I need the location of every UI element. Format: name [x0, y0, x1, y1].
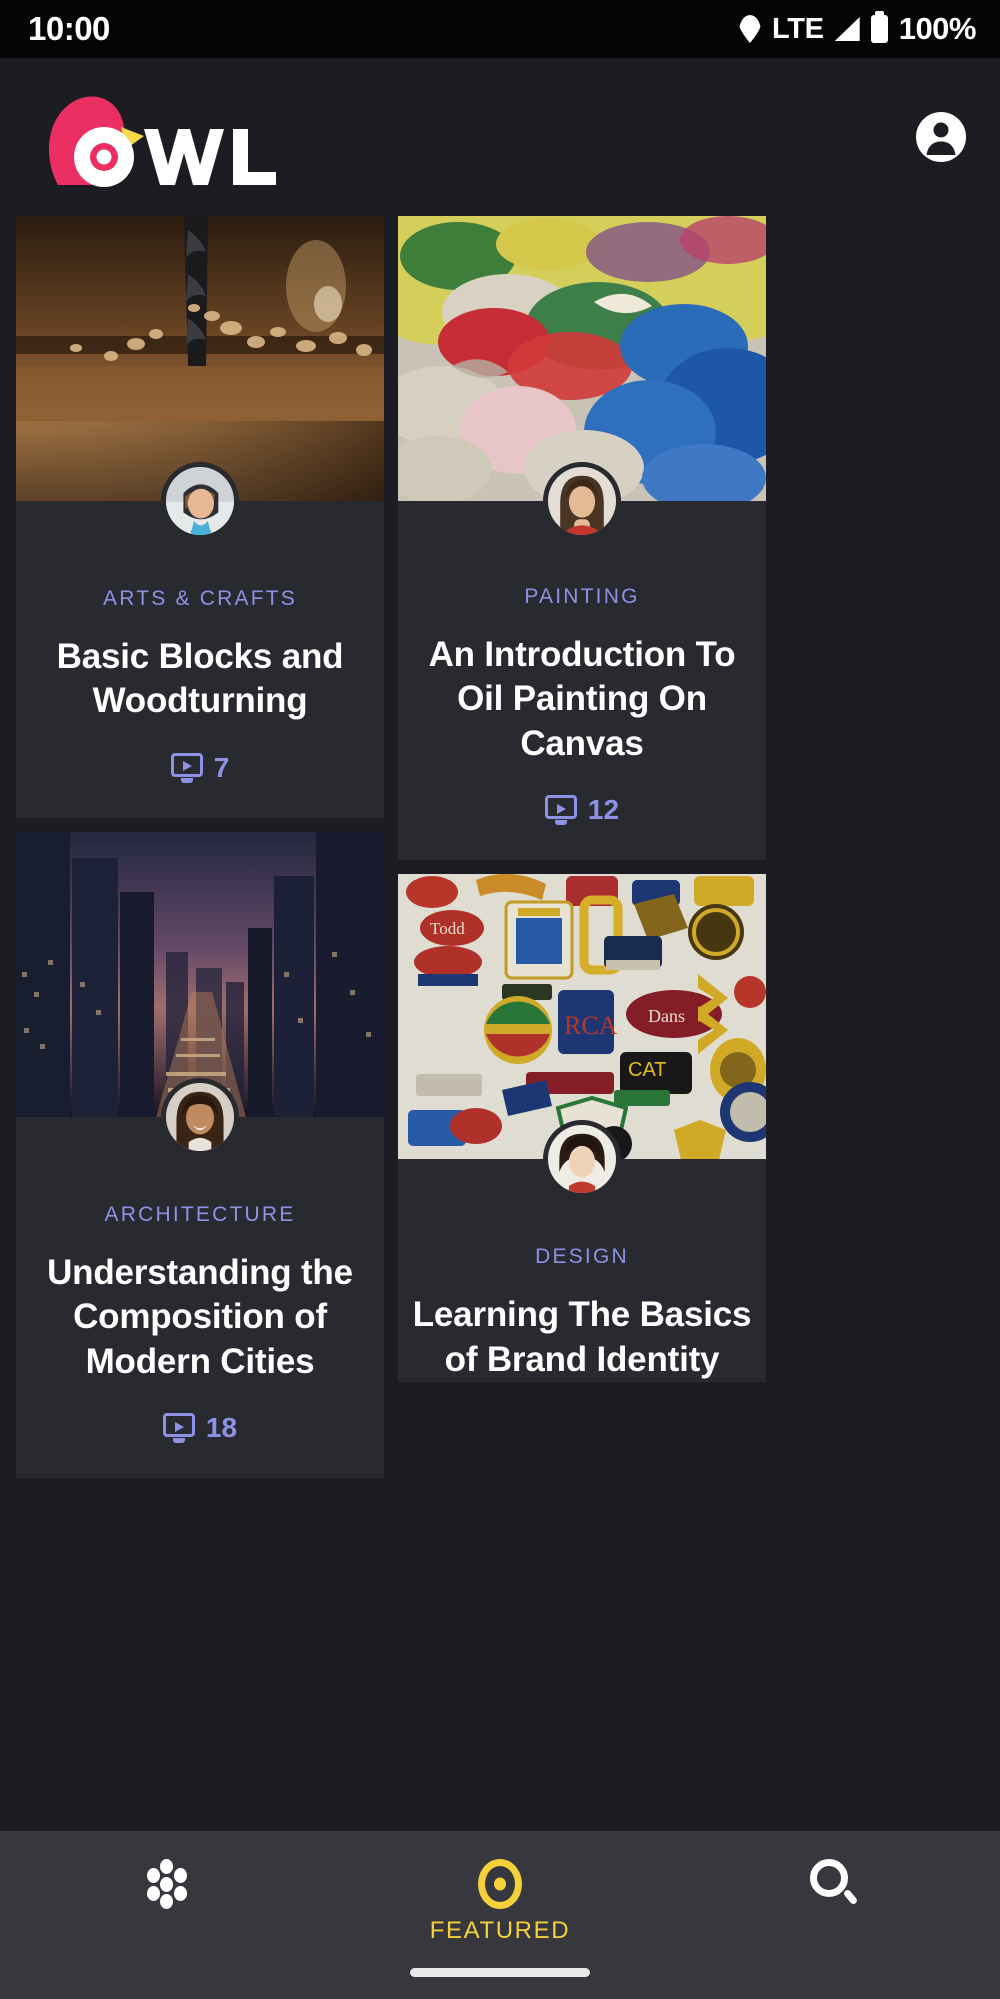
- course-thumbnail: Todd: [398, 874, 766, 1159]
- course-title: Basic Blocks and Woodturning: [30, 635, 370, 724]
- colorful-paint-palette-image: [398, 216, 766, 501]
- video-count-value: 7: [214, 752, 230, 784]
- drill-bit-boring-into-wood-image: [16, 216, 384, 501]
- monitor-play-icon: [171, 753, 203, 783]
- wall-of-embroidered-patches-image: Todd: [398, 874, 766, 1159]
- course-thumbnail: [16, 832, 384, 1117]
- monitor-play-icon: [163, 1413, 195, 1443]
- smiling-woman-dark-hair-image: [166, 1083, 234, 1151]
- course-card-body: PAINTING An Introduction To Oil Painting…: [398, 501, 766, 860]
- bottom-tab-bar: FEATURED: [0, 1831, 1000, 1999]
- course-category[interactable]: ARTS & CRAFTS: [30, 587, 370, 611]
- course-feed: ARTS & CRAFTS Basic Blocks and Woodturni…: [0, 216, 1000, 1849]
- woman-hand-on-chin-image: [548, 467, 616, 535]
- search-icon: [810, 1859, 856, 1905]
- course-title: Understanding the Composition of Modern …: [30, 1251, 370, 1384]
- location-icon: [739, 15, 761, 43]
- tab-featured[interactable]: FEATURED: [400, 1859, 600, 1945]
- author-avatar[interactable]: [543, 462, 621, 540]
- course-title: Learning The Basics of Brand Identity: [412, 1293, 752, 1382]
- author-avatar[interactable]: [161, 1078, 239, 1156]
- video-count-value: 18: [206, 1412, 237, 1444]
- course-category[interactable]: ARCHITECTURE: [30, 1203, 370, 1227]
- author-avatar[interactable]: [161, 462, 239, 540]
- status-time: 10:00: [28, 10, 110, 48]
- network-type-label: LTE: [772, 13, 824, 46]
- monitor-play-icon: [545, 795, 577, 825]
- video-count-value: 12: [588, 794, 619, 826]
- course-card[interactable]: ARCHITECTURE Understanding the Compositi…: [16, 832, 384, 1478]
- battery-percent-label: 100%: [899, 11, 976, 47]
- brand-logo[interactable]: [40, 92, 300, 182]
- dot-grid-icon: [145, 1859, 189, 1907]
- account-circle-icon[interactable]: [916, 112, 966, 162]
- battery-icon: [871, 15, 888, 43]
- course-card[interactable]: ARTS & CRAFTS Basic Blocks and Woodturni…: [16, 216, 384, 818]
- signal-icon: [835, 17, 860, 41]
- city-skyline-at-dusk-image: [16, 832, 384, 1117]
- course-category[interactable]: PAINTING: [412, 585, 752, 609]
- course-category[interactable]: DESIGN: [412, 1245, 752, 1269]
- author-avatar[interactable]: [543, 1120, 621, 1198]
- course-card[interactable]: Todd: [398, 874, 766, 1382]
- video-count: 12: [412, 794, 752, 860]
- home-indicator: [410, 1968, 590, 1977]
- status-bar: 10:00 LTE 100%: [0, 0, 1000, 58]
- status-indicators: LTE 100%: [739, 11, 976, 47]
- video-count: 7: [30, 752, 370, 818]
- course-card-body: ARCHITECTURE Understanding the Compositi…: [16, 1117, 384, 1478]
- target-eye-icon: [478, 1859, 522, 1909]
- course-card-body: ARTS & CRAFTS Basic Blocks and Woodturni…: [16, 501, 384, 818]
- course-thumbnail: [16, 216, 384, 501]
- course-thumbnail: [398, 216, 766, 501]
- owl-logo-graphic: [40, 87, 300, 187]
- tab-search[interactable]: [733, 1859, 933, 1905]
- feed-column-right: PAINTING An Introduction To Oil Painting…: [398, 216, 766, 1382]
- app-header: [0, 58, 1000, 216]
- video-count: 18: [30, 1412, 370, 1478]
- course-title: An Introduction To Oil Painting On Canva…: [412, 633, 752, 766]
- tab-browse[interactable]: [67, 1859, 267, 1907]
- feed-column-left: ARTS & CRAFTS Basic Blocks and Woodturni…: [16, 216, 384, 1478]
- young-man-in-beanie-image: [166, 467, 234, 535]
- woman-short-dark-hair-image: [548, 1125, 616, 1193]
- course-card[interactable]: PAINTING An Introduction To Oil Painting…: [398, 216, 766, 860]
- tab-featured-label: FEATURED: [430, 1917, 570, 1945]
